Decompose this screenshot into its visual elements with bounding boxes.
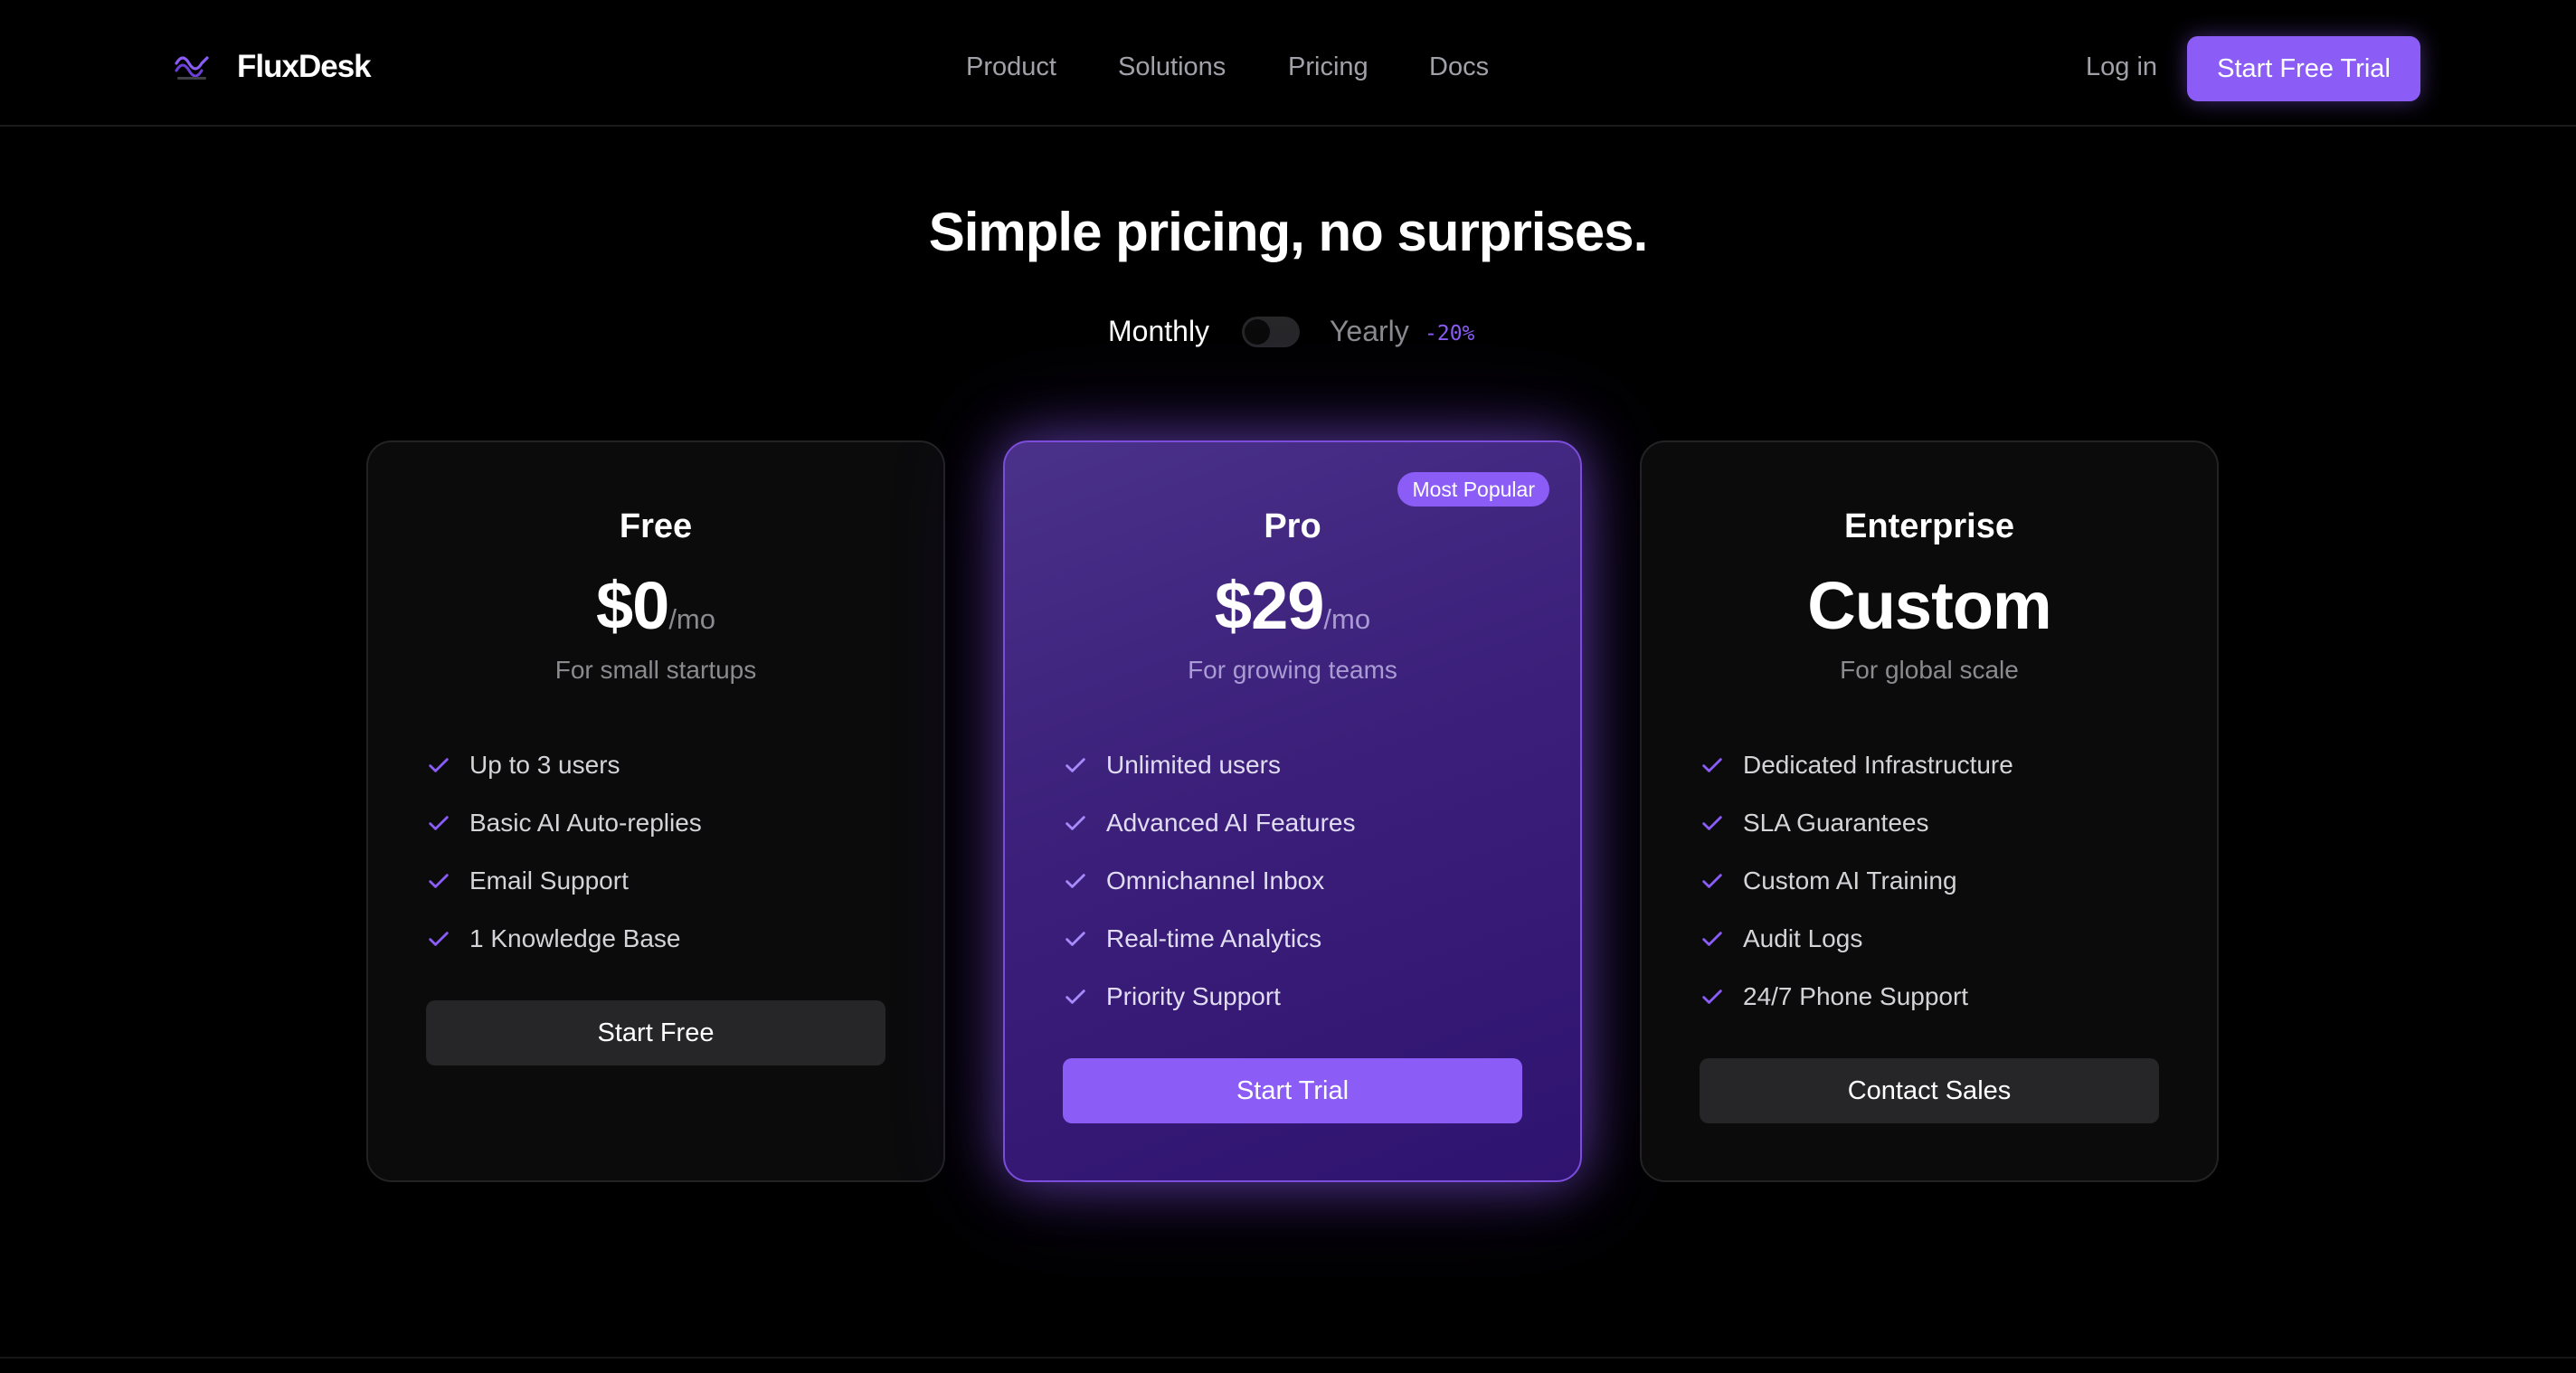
feature-label: Unlimited users: [1106, 751, 1281, 779]
nav-link-pricing[interactable]: Pricing: [1288, 52, 1368, 82]
plan-price: $0: [596, 568, 669, 643]
plan-card-pro: Most Popular Pro $29/mo For growing team…: [1003, 440, 1582, 1182]
feature-label: Omnichannel Inbox: [1106, 866, 1325, 895]
feature-item: 24/7 Phone Support: [1700, 968, 2013, 1026]
most-popular-badge: Most Popular: [1397, 472, 1549, 507]
feature-item: Basic AI Auto-replies: [426, 794, 702, 852]
check-icon: [1702, 874, 1722, 888]
nav-link-product[interactable]: Product: [966, 52, 1056, 82]
feature-label: Real-time Analytics: [1106, 924, 1322, 952]
billing-yearly-label[interactable]: Yearly: [1330, 315, 1409, 348]
check-icon: [429, 932, 449, 946]
brand-name[interactable]: FluxDesk: [237, 49, 372, 85]
plan-card-free: Free $0/mo For small startups Up to 3 us…: [366, 440, 945, 1182]
price-row: $0/mo: [368, 567, 943, 644]
start-free-button[interactable]: Start Free: [426, 1000, 886, 1065]
page-headline: Simple pricing, no surprises.: [928, 202, 1649, 262]
feature-item: Real-time Analytics: [1063, 910, 1356, 968]
top-nav: FluxDesk Product Solutions Pricing Docs …: [0, 0, 2576, 127]
check-icon: [1702, 758, 1722, 772]
contact-sales-button[interactable]: Contact Sales: [1700, 1058, 2159, 1123]
check-icon: [1702, 932, 1722, 946]
check-icon: [1065, 874, 1085, 888]
start-free-trial-button[interactable]: Start Free Trial: [2187, 36, 2420, 101]
feature-item: Audit Logs: [1700, 910, 2013, 968]
plan-name: Pro: [1264, 507, 1321, 545]
feature-item: Email Support: [426, 852, 702, 910]
feature-label: Dedicated Infrastructure: [1743, 751, 2013, 779]
feature-label: 1 Knowledge Base: [469, 924, 681, 952]
feature-item: Custom AI Training: [1700, 852, 2013, 910]
feature-label: Custom AI Training: [1743, 866, 1957, 895]
feature-item: Priority Support: [1063, 968, 1356, 1026]
yearly-discount-badge: -20%: [1425, 322, 1475, 346]
check-icon: [429, 874, 449, 888]
feature-item: Advanced AI Features: [1063, 794, 1356, 852]
billing-toggle-knob: [1245, 319, 1270, 345]
plan-name: Enterprise: [1844, 507, 2014, 545]
feature-list: Dedicated Infrastructure SLA Guarantees …: [1700, 736, 2013, 1026]
login-link[interactable]: Log in: [2086, 52, 2157, 82]
feature-item: Unlimited users: [1063, 736, 1356, 794]
feature-item: SLA Guarantees: [1700, 794, 2013, 852]
plan-tagline: For global scale: [1840, 656, 2019, 684]
feature-label: Audit Logs: [1743, 924, 1863, 952]
plan-price: Custom: [1807, 568, 2051, 643]
plan-card-enterprise: Enterprise Custom For global scale Dedic…: [1640, 440, 2219, 1182]
check-icon: [429, 758, 449, 772]
feature-label: Basic AI Auto-replies: [469, 809, 702, 837]
plan-tagline: For small startups: [554, 656, 757, 684]
billing-toggle[interactable]: [1242, 317, 1300, 347]
feature-label: Priority Support: [1106, 982, 1281, 1010]
check-icon: [1065, 816, 1085, 830]
check-icon: [1065, 932, 1085, 946]
feature-label: 24/7 Phone Support: [1743, 982, 1969, 1010]
feature-list: Unlimited users Advanced AI Features Omn…: [1063, 736, 1356, 1026]
feature-list: Up to 3 users Basic AI Auto-replies Emai…: [426, 736, 702, 968]
feature-item: Up to 3 users: [426, 736, 702, 794]
footer-divider: [0, 1357, 2576, 1359]
feature-label: SLA Guarantees: [1743, 809, 1929, 837]
nav-link-docs[interactable]: Docs: [1429, 52, 1489, 82]
check-icon: [429, 816, 449, 830]
price-row: Custom: [1642, 567, 2217, 644]
flux-wave-logo-icon[interactable]: [174, 51, 210, 83]
check-icon: [1702, 990, 1722, 1004]
plan-price: $29: [1214, 568, 1324, 643]
plan-name: Free: [619, 507, 693, 545]
price-row: $29/mo: [1005, 567, 1580, 644]
check-icon: [1065, 990, 1085, 1004]
feature-label: Up to 3 users: [469, 751, 620, 779]
feature-label: Advanced AI Features: [1106, 809, 1356, 837]
plan-period: /mo: [1323, 603, 1371, 635]
feature-label: Email Support: [469, 866, 629, 895]
check-icon: [1065, 758, 1085, 772]
feature-item: Omnichannel Inbox: [1063, 852, 1356, 910]
check-icon: [1702, 816, 1722, 830]
nav-link-solutions[interactable]: Solutions: [1118, 52, 1226, 82]
start-trial-button[interactable]: Start Trial: [1063, 1058, 1522, 1123]
feature-item: 1 Knowledge Base: [426, 910, 702, 968]
feature-item: Dedicated Infrastructure: [1700, 736, 2013, 794]
billing-monthly-label[interactable]: Monthly: [1108, 315, 1209, 348]
plan-period: /mo: [668, 603, 715, 635]
plan-tagline: For growing teams: [1188, 656, 1397, 684]
